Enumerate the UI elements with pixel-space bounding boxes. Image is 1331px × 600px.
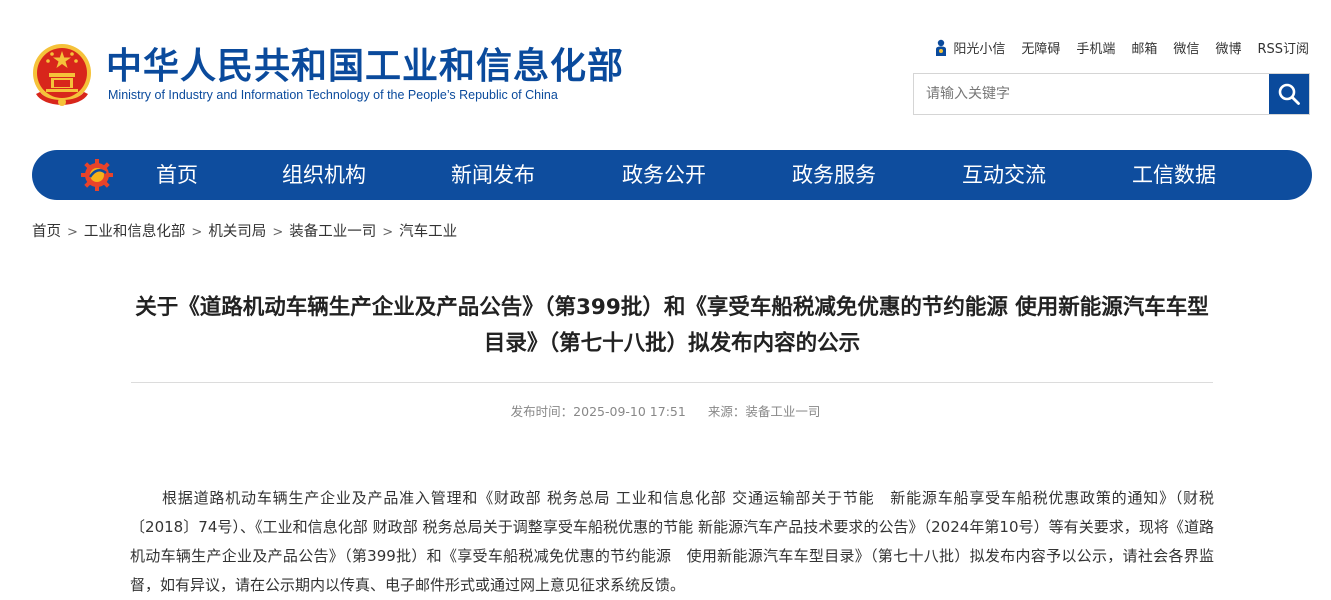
wechat-link[interactable]: 微信 — [1173, 38, 1199, 57]
national-emblem-icon[interactable] — [30, 42, 94, 108]
nav-item-data[interactable]: 工信数据 — [1132, 150, 1216, 200]
article-title: 关于《道路机动车辆生产企业及产品公告》（第399批）和《享受车船税减免优惠的节约… — [135, 295, 1209, 356]
source-label: 来源： — [707, 404, 746, 419]
breadcrumb-home[interactable]: 首页 — [32, 224, 61, 240]
breadcrumb-equipment-dept[interactable]: 装备工业一司 — [289, 224, 376, 240]
nav-item-home[interactable]: 首页 — [156, 150, 198, 200]
top-links: 阳光小信 无障碍 手机端 邮箱 微信 微博 RSS订阅 — [933, 38, 1309, 57]
main-nav: 首页 组织机构 新闻发布 政务公开 政务服务 互动交流 工信数据 — [32, 150, 1312, 200]
site-subtitle: Ministry of Industry and Information Tec… — [108, 88, 558, 102]
breadcrumb-auto-industry[interactable]: 汽车工业 — [399, 224, 457, 240]
nav-item-news[interactable]: 新闻发布 — [451, 150, 535, 200]
sunshine-link[interactable]: 阳光小信 — [933, 38, 1005, 57]
search-icon — [1278, 83, 1300, 105]
sunshine-label: 阳光小信 — [953, 42, 1006, 57]
mobile-link[interactable]: 手机端 — [1076, 38, 1115, 57]
site-title[interactable]: 中华人民共和国工业和信息化部 — [106, 44, 624, 90]
article-meta: 发布时间：2025-09-10 17:51 来源：装备工业一司 — [0, 401, 1331, 420]
search-button[interactable] — [1269, 74, 1309, 114]
title-divider — [131, 382, 1213, 383]
article-body: 根据道路机动车辆生产企业及产品准入管理和《财政部 税务总局 工业和信息化部 交通… — [130, 489, 1214, 594]
chevron-right-icon: > — [191, 225, 203, 240]
source-value: 装备工业一司 — [745, 404, 821, 419]
chevron-right-icon: > — [67, 225, 78, 240]
nav-item-interaction[interactable]: 互动交流 — [962, 150, 1046, 200]
gear-logo-icon[interactable] — [80, 158, 114, 192]
site-header: 中华人民共和国工业和信息化部 Ministry of Industry and … — [0, 0, 1331, 140]
nav-item-organization[interactable]: 组织机构 — [282, 150, 366, 200]
search-box — [913, 73, 1310, 115]
person-icon — [936, 39, 947, 56]
chevron-right-icon: > — [382, 225, 394, 240]
accessibility-link[interactable]: 无障碍 — [1021, 38, 1060, 57]
rss-link[interactable]: RSS订阅 — [1257, 38, 1309, 57]
chevron-right-icon: > — [272, 225, 284, 240]
breadcrumb-departments[interactable]: 机关司局 — [208, 224, 266, 240]
nav-item-government-affairs[interactable]: 政务公开 — [622, 150, 706, 200]
nav-item-government-services[interactable]: 政务服务 — [792, 150, 876, 200]
breadcrumb: 首页 > 工业和信息化部 > 机关司局 > 装备工业一司 > 汽车工业 — [32, 220, 457, 241]
weibo-link[interactable]: 微博 — [1215, 38, 1241, 57]
breadcrumb-ministry[interactable]: 工业和信息化部 — [84, 224, 186, 240]
mail-link[interactable]: 邮箱 — [1131, 38, 1157, 57]
published-label: 发布时间： — [510, 404, 574, 419]
search-input[interactable] — [914, 74, 1270, 114]
published-time: 2025-09-10 17:51 — [573, 404, 686, 419]
